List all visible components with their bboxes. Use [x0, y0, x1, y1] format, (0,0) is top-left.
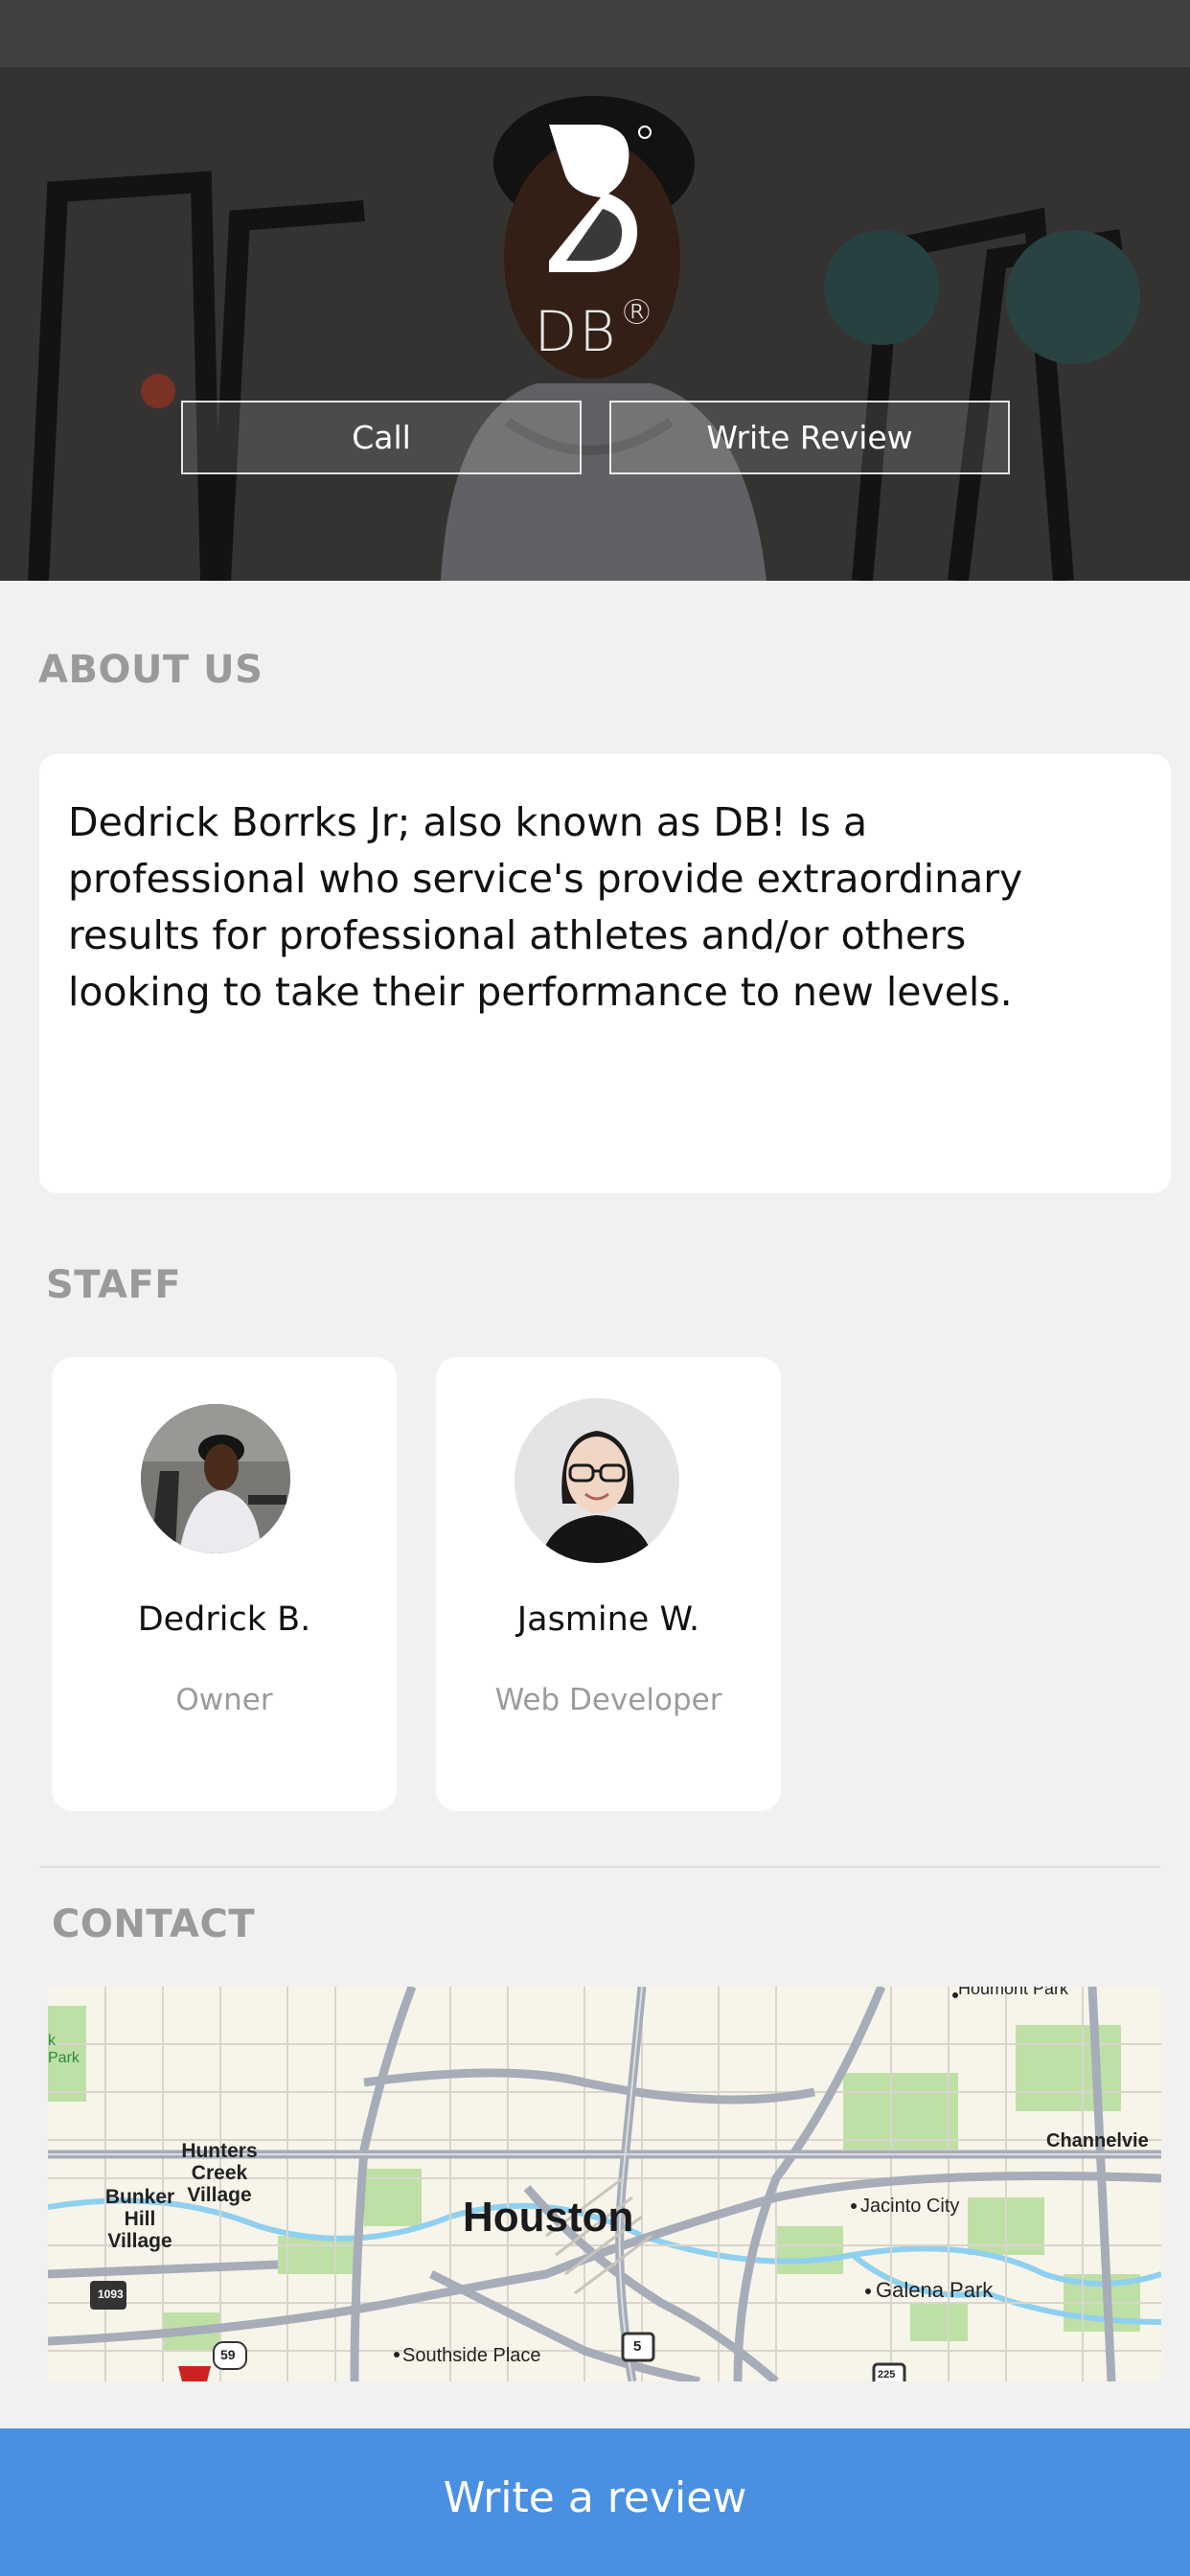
staff-card[interactable]: Jasmine W. Web Developer: [436, 1357, 781, 1811]
map-place-label: k Park: [48, 2033, 80, 2066]
contact-heading: CONTACT: [52, 1902, 256, 1946]
about-us-card: Dedrick Borrks Jr; also known as DB! Is …: [39, 754, 1171, 1193]
staff-heading: STAFF: [46, 1263, 182, 1307]
avatar: [141, 1404, 290, 1553]
brand-name-text: DB: [534, 299, 618, 364]
map-city-label: Houston: [463, 2194, 634, 2241]
staff-card[interactable]: Dedrick B. Owner: [52, 1357, 397, 1811]
brand-name: DB®: [0, 293, 1190, 364]
staff-name: Jasmine W.: [516, 1600, 700, 1639]
location-map[interactable]: Houston Hunters Creek Village Bunker Hil…: [48, 1987, 1161, 2381]
call-button[interactable]: Call: [181, 401, 582, 474]
highway-shield-label: 225: [878, 2369, 896, 2380]
map-place-label: Galena Park: [876, 2278, 994, 2302]
brand-logo-icon: [549, 125, 652, 272]
section-divider: [39, 1866, 1160, 1868]
highway-shield-label: 1093: [98, 2288, 124, 2301]
staff-role: Owner: [175, 1683, 273, 1717]
write-review-button[interactable]: Write Review: [609, 401, 1010, 474]
write-a-review-button[interactable]: Write a review: [0, 2428, 1190, 2576]
about-us-text: Dedrick Borrks Jr; also known as DB! Is …: [68, 799, 1023, 1015]
hero-banner: DB® Call Write Review: [0, 0, 1190, 581]
highway-shield-label: 59: [220, 2347, 236, 2362]
map-place-label: Bunker Hill Village: [104, 2186, 175, 2252]
map-place-label: Channelvie: [1046, 2130, 1149, 2151]
staff-name: Dedrick B.: [137, 1600, 311, 1639]
map-place-label: Jacinto City: [860, 2196, 960, 2217]
highway-shield-label: 5: [633, 2338, 642, 2355]
map-place-label: Southside Place: [402, 2345, 541, 2366]
avatar: [515, 1398, 679, 1563]
staff-role: Web Developer: [494, 1683, 722, 1717]
registered-mark: ®: [619, 293, 656, 333]
map-place-label: Houmont Park: [958, 1987, 1069, 1998]
about-us-heading: ABOUT US: [38, 648, 263, 692]
